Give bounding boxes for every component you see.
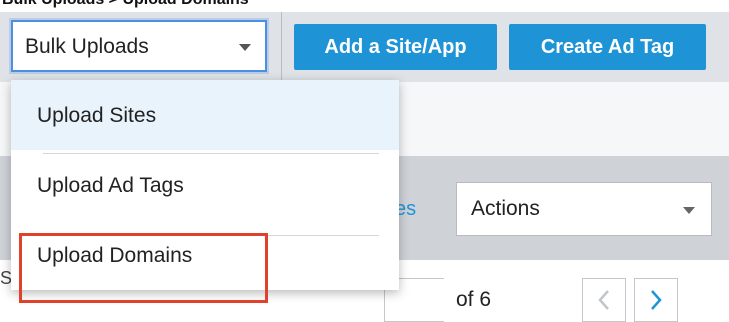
caret-down-icon xyxy=(239,44,251,51)
previous-page-button[interactable] xyxy=(582,278,626,322)
bulk-uploads-select[interactable]: Bulk Uploads xyxy=(11,20,267,72)
menu-item-upload-sites[interactable]: Upload Sites xyxy=(11,80,399,150)
annotation-highlight-box xyxy=(19,233,268,303)
add-site-app-button[interactable]: Add a Site/App xyxy=(294,24,497,70)
chevron-right-icon xyxy=(651,290,662,310)
create-ad-tag-button[interactable]: Create Ad Tag xyxy=(509,24,706,70)
menu-item-label: Upload Ad Tags xyxy=(37,174,184,197)
next-page-button[interactable] xyxy=(634,278,678,322)
actions-select[interactable]: Actions xyxy=(456,182,712,236)
chevron-left-icon xyxy=(598,290,609,310)
actions-select-value: Actions xyxy=(471,197,540,220)
page-breadcrumb-title: Bulk Uploads > Upload Domains xyxy=(2,0,249,9)
menu-item-upload-ad-tags[interactable]: Upload Ad Tags xyxy=(11,150,399,220)
caret-down-icon xyxy=(683,207,695,214)
bulk-uploads-select-value: Bulk Uploads xyxy=(25,35,149,58)
toolbar-divider xyxy=(281,12,282,82)
page-count-label: of 6 xyxy=(456,288,492,311)
menu-item-label: Upload Sites xyxy=(37,104,157,127)
